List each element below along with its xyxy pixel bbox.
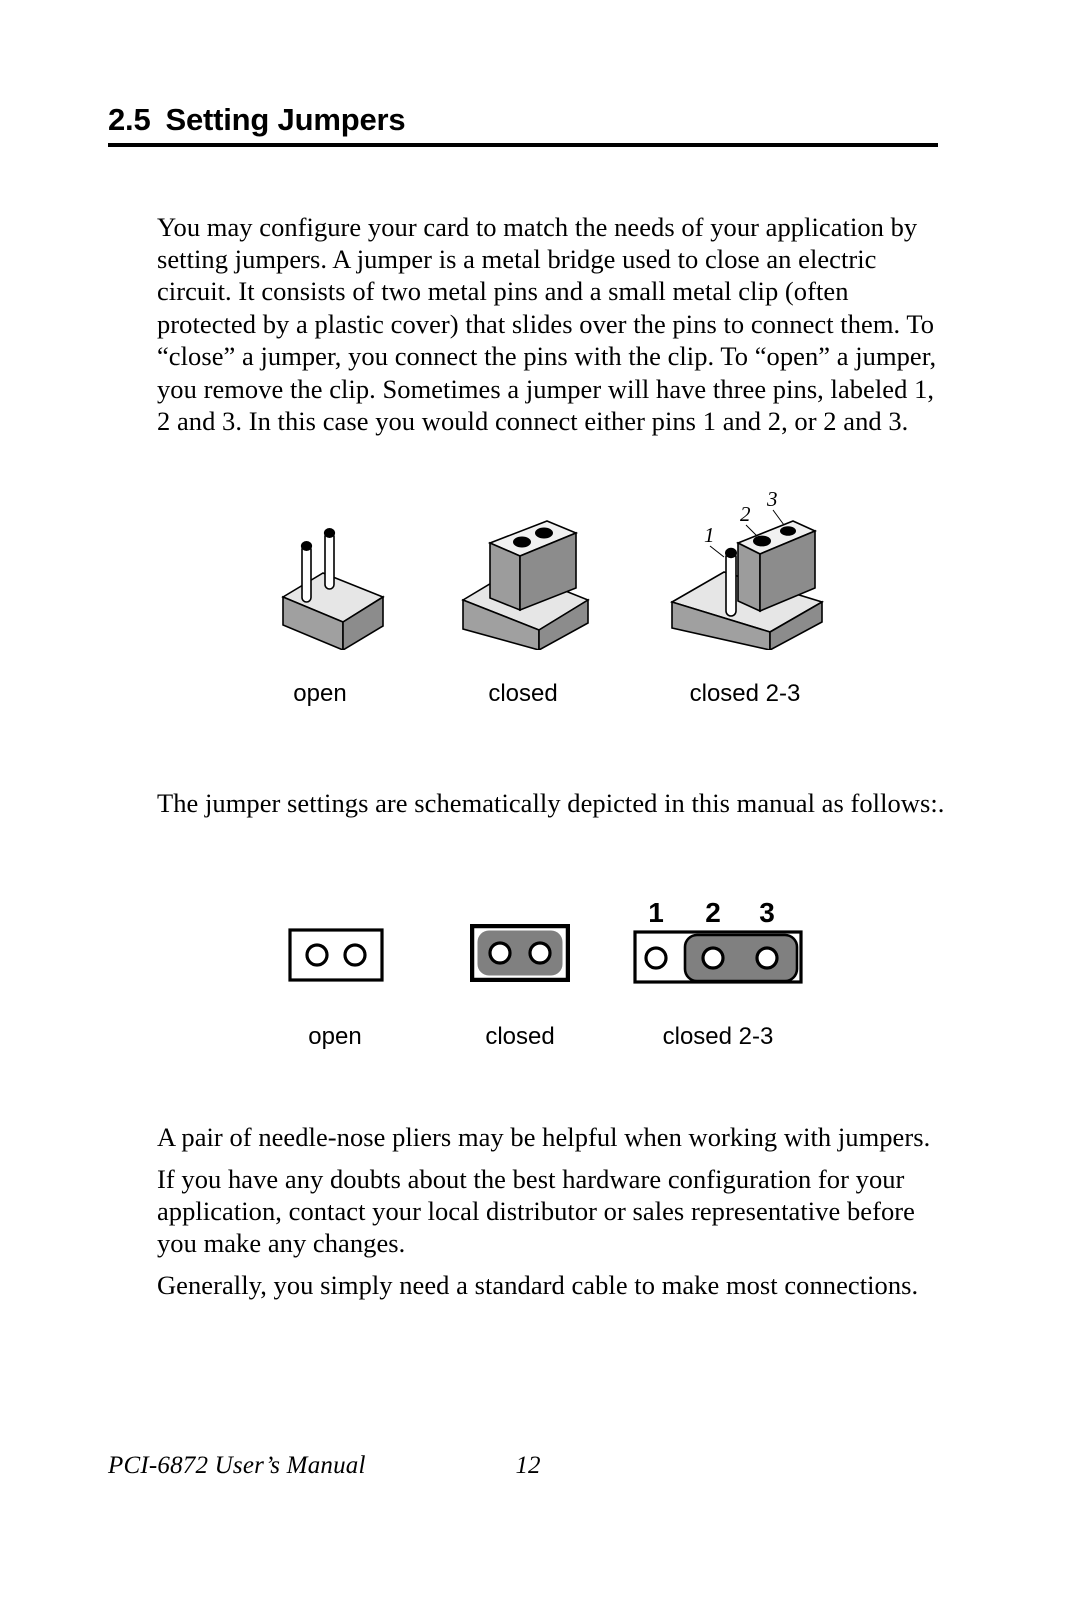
paragraph-pliers: A pair of needle-nose pliers may be help…	[157, 1121, 931, 1152]
pin-number-3: 3	[759, 897, 775, 928]
heading-divider	[108, 143, 938, 147]
caption-3d-open: open	[293, 680, 347, 707]
jumper-schematic-open	[288, 928, 384, 987]
footer-page-number: 12	[515, 1452, 541, 1479]
pin-label-1: 1	[704, 523, 715, 547]
manual-page: 2.5 Setting Jumpers You may configure yo…	[0, 0, 1080, 1618]
jumper-3d-open	[245, 490, 395, 655]
jumper-3d-closed	[443, 490, 603, 655]
jumper-schematic-closed	[469, 923, 571, 987]
jumper-3d-closed-graphic	[461, 520, 590, 652]
jumper-3d-closed-2-3-graphic: 1 2 3	[670, 487, 824, 652]
pin-number-2: 2	[705, 897, 721, 928]
paragraph-schematic-intro: The jumper settings are schematically de…	[157, 787, 945, 818]
caption-schematic-closed: closed	[485, 1023, 555, 1050]
paragraph-cable: Generally, you simply need a standard ca…	[157, 1269, 919, 1300]
jumper-schematic-figure-row: 1 2 3 open closed closed 2-3	[0, 880, 1080, 1070]
jumper-3d-closed-2-3: 1 2 3	[662, 480, 842, 655]
section-number: 2.5	[108, 102, 151, 137]
page-title: Setting Jumpers	[165, 102, 406, 137]
heading-row: 2.5 Setting Jumpers	[108, 104, 938, 143]
jumper-schematic-open-graphic	[288, 928, 384, 982]
jumper-3d-figure-row: 1 2 3 open closed closed 2-3	[0, 480, 1080, 720]
pin-label-3: 3	[766, 487, 778, 511]
caption-3d-closed: closed	[488, 680, 558, 707]
pin-number-1: 1	[648, 897, 664, 928]
page-footer: PCI-6872 User’s Manual 12	[108, 1452, 948, 1486]
jumper-schematic-closed-graphic	[469, 923, 571, 983]
caption-schematic-open: open	[308, 1023, 362, 1050]
section-heading: 2.5 Setting Jumpers	[108, 104, 938, 147]
paragraph-doubts: If you have any doubts about the best ha…	[157, 1163, 915, 1259]
caption-schematic-closed-2-3: closed 2-3	[662, 1023, 774, 1050]
pin-label-2: 2	[740, 502, 751, 526]
jumper-schematic-closed-2-3: 1 2 3	[633, 894, 805, 991]
jumper-3d-open-graphic	[281, 528, 385, 652]
paragraph-intro: You may configure your card to match the…	[157, 211, 937, 436]
caption-3d-closed-2-3: closed 2-3	[689, 680, 801, 707]
jumper-schematic-closed-2-3-graphic: 1 2 3	[633, 897, 803, 984]
